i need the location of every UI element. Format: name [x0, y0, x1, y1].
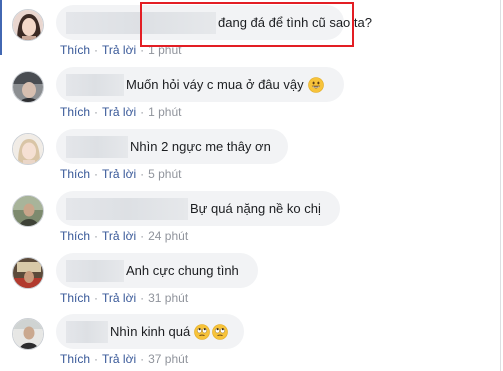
comment-bubble: Anh cực chung tình	[56, 253, 258, 288]
comment-timestamp[interactable]: 37 phút	[148, 352, 188, 366]
reply-link[interactable]: Trả lời	[102, 229, 136, 243]
separator-dot: ·	[140, 167, 145, 181]
like-link[interactable]: Thích	[60, 291, 90, 305]
avatar[interactable]	[12, 9, 44, 41]
comment-actions: Thích · Trả lời · 37 phút	[60, 352, 188, 366]
like-link[interactable]: Thích	[60, 352, 90, 366]
reply-link[interactable]: Trả lời	[102, 43, 136, 57]
avatar[interactable]	[12, 257, 44, 289]
comment-item: Anh cực chung tình Thích · Trả lời · 31 …	[12, 253, 492, 311]
like-link[interactable]: Thích	[60, 105, 90, 119]
comment-bubble: Nhìn 2 ngực me thây ơn	[56, 129, 288, 164]
separator-dot: ·	[140, 229, 145, 243]
comment-item: Nhìn 2 ngực me thây ơn Thích · Trả lời ·…	[12, 129, 492, 187]
separator-dot: ·	[94, 167, 99, 181]
comment-timestamp[interactable]: 5 phút	[148, 167, 181, 181]
comment-text: Bự quá nặng nề ko chị	[190, 201, 321, 216]
like-link[interactable]: Thích	[60, 43, 90, 57]
comment-actions: Thích · Trả lời · 24 phút	[60, 229, 188, 243]
eye-roll-emoji	[194, 323, 211, 340]
grinning-face-emoji	[307, 76, 324, 93]
separator-dot: ·	[94, 105, 99, 119]
comment-text: Anh cực chung tình	[126, 263, 239, 278]
commenter-name-redacted[interactable]	[66, 197, 188, 220]
comment-text: Muốn hỏi váy c mua ở đâu vậy	[126, 76, 324, 93]
avatar[interactable]	[12, 195, 44, 227]
comment-text: Nhìn kinh quá	[110, 323, 229, 340]
comment-bubble: Muốn hỏi váy c mua ở đâu vậy	[56, 67, 344, 102]
panel-border	[500, 0, 501, 371]
comment-text-content: Nhìn kinh quá	[110, 324, 191, 339]
comment-item: Muốn hỏi váy c mua ở đâu vậy Thích · Trả…	[12, 67, 492, 125]
separator-dot: ·	[94, 291, 99, 305]
separator-dot: ·	[140, 105, 145, 119]
reply-link[interactable]: Trả lời	[102, 291, 136, 305]
comment-text-content: Muốn hỏi váy c mua ở đâu vậy	[126, 77, 304, 92]
comment-timestamp[interactable]: 1 phút	[148, 105, 181, 119]
separator-dot: ·	[140, 352, 145, 366]
eye-roll-emoji	[212, 323, 229, 340]
comment-text: Nhìn 2 ngực me thây ơn	[130, 139, 271, 154]
comment-item: Bự quá nặng nề ko chị Thích · Trả lời · …	[12, 191, 492, 249]
like-link[interactable]: Thích	[60, 229, 90, 243]
comment-actions: Thích · Trả lời · 1 phút	[60, 105, 181, 119]
comment-timestamp[interactable]: 24 phút	[148, 229, 188, 243]
separator-dot: ·	[94, 229, 99, 243]
commenter-name-redacted[interactable]	[66, 259, 124, 282]
comment-bubble: Nhìn kinh quá	[56, 314, 244, 349]
avatar[interactable]	[12, 133, 44, 165]
reply-link[interactable]: Trả lời	[102, 105, 136, 119]
commenter-name-redacted[interactable]	[66, 320, 108, 343]
comment-bubble: Bự quá nặng nề ko chị	[56, 191, 340, 226]
reply-link[interactable]: Trả lời	[102, 167, 136, 181]
like-link[interactable]: Thích	[60, 167, 90, 181]
avatar[interactable]	[12, 318, 44, 350]
avatar[interactable]	[12, 71, 44, 103]
focused-comment-marker	[0, 0, 2, 55]
reply-link[interactable]: Trả lời	[102, 352, 136, 366]
highlight-annotation-box	[140, 2, 354, 47]
comment-actions: Thích · Trả lời · 5 phút	[60, 167, 181, 181]
separator-dot: ·	[94, 43, 99, 57]
comment-actions: Thích · Trả lời · 31 phút	[60, 291, 188, 305]
separator-dot: ·	[140, 291, 145, 305]
commenter-name-redacted[interactable]	[66, 135, 128, 158]
comment-item: Nhìn kinh quá Thích · Trả lời · 37 phút	[12, 314, 492, 371]
comment-timestamp[interactable]: 31 phút	[148, 291, 188, 305]
separator-dot: ·	[94, 352, 99, 366]
commenter-name-redacted[interactable]	[66, 73, 124, 96]
